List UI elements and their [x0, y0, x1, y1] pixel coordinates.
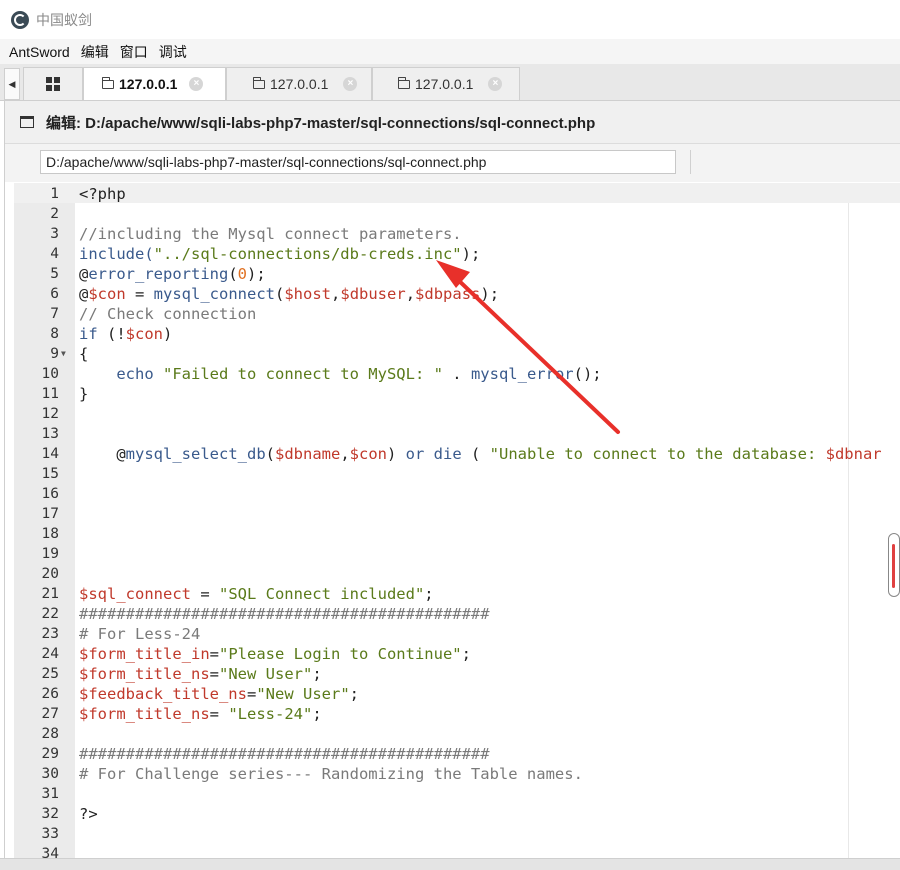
red-annotation-arrow-icon [436, 260, 620, 434]
